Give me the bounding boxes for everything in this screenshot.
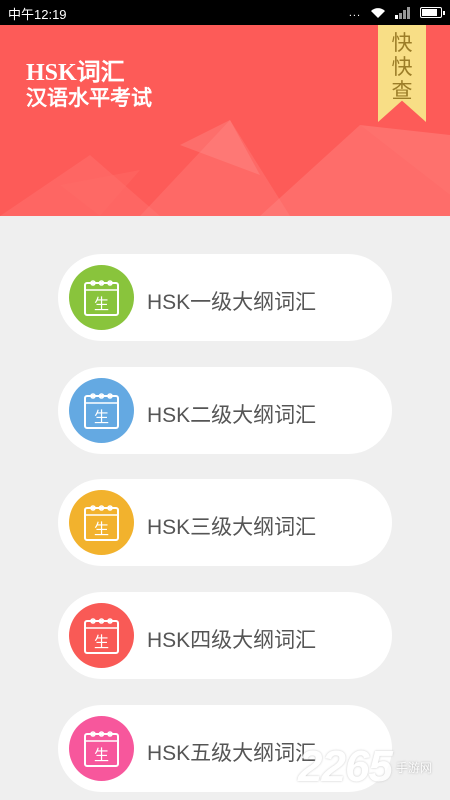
- menu-item-label: HSK一级大纲词汇: [147, 291, 317, 314]
- menu-item-label: HSK二级大纲词汇: [147, 404, 317, 427]
- bookmark-char-2: 快: [391, 56, 413, 79]
- calendar-icon: 生: [84, 280, 119, 316]
- watermark-number: 2265: [298, 742, 393, 791]
- calendar-icon-text: 生: [94, 295, 109, 313]
- menu-item-hsk1[interactable]: 生 HSK一级大纲词汇: [58, 254, 392, 341]
- calendar-icon-circle: 生: [69, 378, 134, 443]
- calendar-icon-text: 生: [94, 520, 109, 538]
- bookmark-char-3: 查: [391, 80, 413, 103]
- calendar-icon-text: 生: [94, 408, 109, 426]
- menu-item-hsk3[interactable]: 生 HSK三级大纲词汇: [58, 479, 392, 566]
- calendar-icon: 生: [84, 393, 119, 429]
- menu-item-label: HSK三级大纲词汇: [147, 516, 317, 539]
- watermark-suffix: 手游网: [395, 760, 432, 775]
- calendar-icon: 生: [84, 505, 119, 541]
- wifi-icon: [371, 7, 385, 18]
- calendar-icon-circle: 生: [69, 490, 134, 555]
- status-bar: 中午12:19 ...: [0, 0, 450, 25]
- more-dots-icon: ...: [348, 6, 361, 19]
- menu-item-label: HSK四级大纲词汇: [147, 629, 317, 652]
- header-banner: HSK词汇 汉语水平考试 快 快 查: [0, 25, 450, 216]
- calendar-icon-circle: 生: [69, 265, 134, 330]
- status-time: 中午12:19: [8, 7, 67, 22]
- menu-item-hsk2[interactable]: 生 HSK二级大纲词汇: [58, 367, 392, 454]
- calendar-icon: 生: [84, 731, 119, 767]
- app-subtitle: 汉语水平考试: [26, 86, 152, 110]
- calendar-icon-circle: 生: [69, 716, 134, 781]
- watermark: 2265 手游网: [298, 742, 432, 792]
- bookmark-char-1: 快: [391, 32, 413, 55]
- status-icons: ...: [348, 4, 445, 21]
- calendar-icon-circle: 生: [69, 603, 134, 668]
- signal-icon: [395, 6, 410, 19]
- menu-item-hsk4[interactable]: 生 HSK四级大纲词汇: [58, 592, 392, 679]
- calendar-icon: 生: [84, 618, 119, 654]
- menu-item-label: HSK五级大纲词汇: [147, 742, 317, 765]
- calendar-icon-text: 生: [94, 633, 109, 651]
- calendar-icon-text: 生: [94, 746, 109, 764]
- battery-icon: [420, 7, 445, 18]
